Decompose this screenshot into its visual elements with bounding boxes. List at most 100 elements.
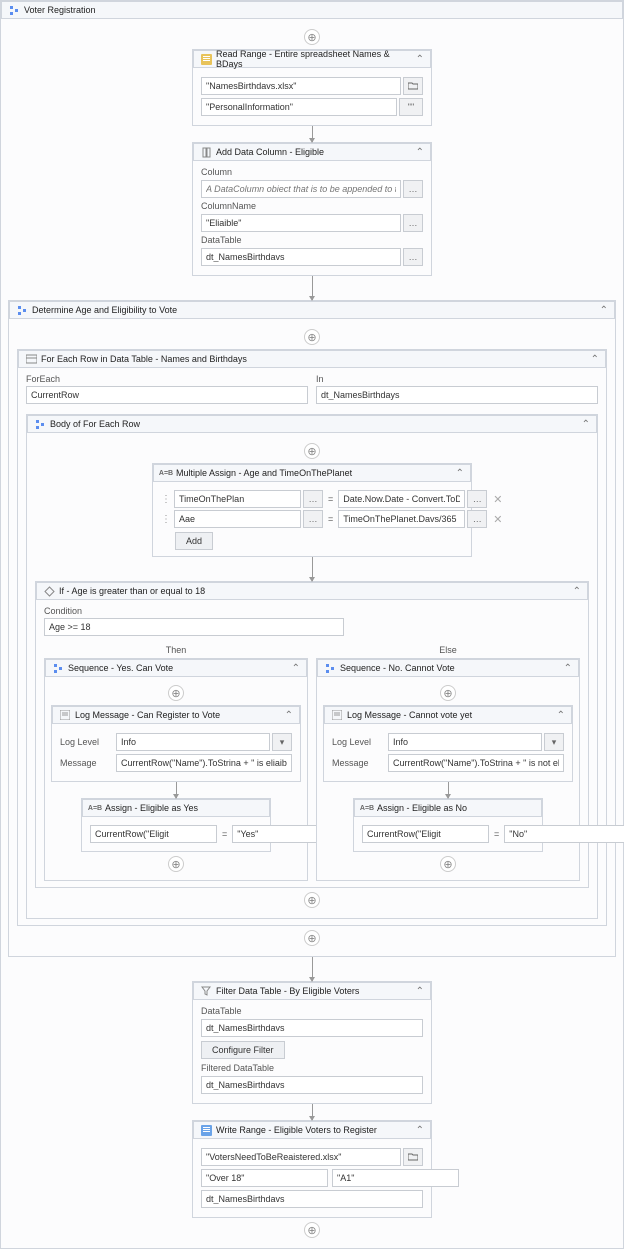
read-range-header[interactable]: Read Range - Entire spreadsheet Names & … <box>193 50 431 68</box>
add-activity-plus[interactable]: ⊕ <box>440 856 456 872</box>
loglevel-select[interactable] <box>388 733 542 751</box>
collapse-icon[interactable]: ⌃ <box>600 305 608 316</box>
message-label: Message <box>60 758 110 768</box>
column-label: Column <box>201 167 423 177</box>
condition-label: Condition <box>44 606 580 616</box>
column-input[interactable] <box>201 180 401 198</box>
read-range-title: Read Range - Entire spreadsheet Names & … <box>216 49 416 69</box>
collapse-icon[interactable]: ⌃ <box>416 986 424 997</box>
body-foreach-header[interactable]: Body of For Each Row ⌃ <box>27 415 597 433</box>
add-activity-plus[interactable]: ⊕ <box>304 29 320 45</box>
assign-yes-left[interactable] <box>90 825 217 843</box>
foreach-input[interactable] <box>26 386 308 404</box>
write-dt-input[interactable] <box>201 1190 423 1208</box>
sequence-icon <box>8 4 20 16</box>
flow-arrow <box>312 126 313 142</box>
add-activity-plus[interactable]: ⊕ <box>168 685 184 701</box>
collapse-icon[interactable]: ⌃ <box>416 1125 424 1136</box>
expand-button[interactable]: … <box>467 510 487 528</box>
determine-header[interactable]: Determine Age and Eligibility to Vote ⌃ <box>9 301 615 319</box>
write-cell-input[interactable] <box>332 1169 459 1187</box>
browse-file-button[interactable] <box>403 77 423 95</box>
write-sheet-input[interactable] <box>201 1169 328 1187</box>
seq-yes-header[interactable]: Sequence - Yes. Can Vote ⌃ <box>45 659 307 677</box>
filter-header[interactable]: Filter Data Table - By Eligible Voters ⌃ <box>193 982 431 1000</box>
assign-to-1[interactable] <box>174 490 301 508</box>
write-range-header[interactable]: Write Range - Eligible Voters to Registe… <box>193 1121 431 1139</box>
multi-assign-title: Multiple Assign - Age and TimeOnThePlane… <box>176 468 456 478</box>
configure-filter-button[interactable]: Configure Filter <box>201 1041 285 1059</box>
drag-handle[interactable]: ⋮⋮ <box>161 514 171 525</box>
read-range-sheet-input[interactable] <box>201 98 397 116</box>
add-assign-button[interactable]: Add <box>175 532 213 550</box>
sheet-range-button[interactable]: "" <box>399 98 423 116</box>
expand-button[interactable]: … <box>303 510 323 528</box>
assign-no-right[interactable] <box>504 825 624 843</box>
if-header[interactable]: If - Age is greater than or equal to 18 … <box>36 582 588 600</box>
filter-icon <box>200 985 212 997</box>
assign-icon: A=B <box>89 802 101 814</box>
determine-title: Determine Age and Eligibility to Vote <box>32 305 600 315</box>
in-input[interactable] <box>316 386 598 404</box>
assign-val-2[interactable] <box>338 510 465 528</box>
expand-button[interactable]: … <box>467 490 487 508</box>
expand-button[interactable]: … <box>403 214 423 232</box>
loglevel-select[interactable] <box>116 733 270 751</box>
expand-button[interactable]: … <box>303 490 323 508</box>
collapse-icon[interactable]: ⌃ <box>582 419 590 430</box>
filter-fdt-input[interactable] <box>201 1076 423 1094</box>
flow-arrow <box>312 957 313 981</box>
add-activity-plus[interactable]: ⊕ <box>304 930 320 946</box>
condition-input[interactable] <box>44 618 344 636</box>
loglevel-label: Log Level <box>332 737 382 747</box>
assign-no-left[interactable] <box>362 825 489 843</box>
collapse-icon[interactable]: ⌃ <box>564 663 572 674</box>
drag-handle[interactable]: ⋮⋮ <box>161 494 171 505</box>
remove-row-button[interactable]: ✕ <box>490 493 505 506</box>
add-activity-plus[interactable]: ⊕ <box>304 329 320 345</box>
log-icon <box>331 709 343 721</box>
foreach-icon <box>25 353 37 365</box>
expand-button[interactable]: … <box>403 180 423 198</box>
read-range-file-input[interactable] <box>201 77 401 95</box>
collapse-icon[interactable]: ⌃ <box>573 586 581 597</box>
add-activity-plus[interactable]: ⊕ <box>304 443 320 459</box>
assign-no-header[interactable]: A=B Assign - Eligible as No <box>354 799 542 817</box>
dropdown-button[interactable]: ▾ <box>544 733 564 751</box>
sequence-header-root[interactable]: Voter Registration <box>1 1 623 19</box>
collapse-icon[interactable]: ⌃ <box>285 710 293 721</box>
add-activity-plus[interactable]: ⊕ <box>168 856 184 872</box>
collapse-icon[interactable]: ⌃ <box>416 147 424 158</box>
add-column-title: Add Data Column - Eligible <box>216 147 416 157</box>
columnname-input[interactable] <box>201 214 401 232</box>
foreach-label: ForEach <box>26 374 308 384</box>
message-input[interactable] <box>116 754 292 772</box>
collapse-icon[interactable]: ⌃ <box>292 663 300 674</box>
log-yes-header[interactable]: Log Message - Can Register to Vote ⌃ <box>52 706 300 724</box>
assign-yes-header[interactable]: A=B Assign - Eligible as Yes <box>82 799 270 817</box>
filter-dt-input[interactable] <box>201 1019 423 1037</box>
seq-no-header[interactable]: Sequence - No. Cannot Vote ⌃ <box>317 659 579 677</box>
expand-button[interactable]: … <box>403 248 423 266</box>
collapse-icon[interactable]: ⌃ <box>591 354 599 365</box>
log-no-header[interactable]: Log Message - Cannot vote yet ⌃ <box>324 706 572 724</box>
browse-file-button[interactable] <box>403 1148 423 1166</box>
foreach-header[interactable]: For Each Row in Data Table - Names and B… <box>18 350 606 368</box>
collapse-icon[interactable]: ⌃ <box>557 710 565 721</box>
add-activity-plus[interactable]: ⊕ <box>304 892 320 908</box>
flow-arrow <box>176 782 177 798</box>
remove-row-button[interactable]: ✕ <box>490 513 505 526</box>
add-column-header[interactable]: Add Data Column - Eligible ⌃ <box>193 143 431 161</box>
collapse-icon[interactable]: ⌃ <box>456 468 464 479</box>
dropdown-button[interactable]: ▾ <box>272 733 292 751</box>
datatable-input[interactable] <box>201 248 401 266</box>
collapse-icon[interactable]: ⌃ <box>416 54 424 65</box>
assign-icon: A=B <box>361 802 373 814</box>
assign-to-2[interactable] <box>174 510 301 528</box>
message-input[interactable] <box>388 754 564 772</box>
assign-val-1[interactable] <box>338 490 465 508</box>
add-activity-plus[interactable]: ⊕ <box>440 685 456 701</box>
add-activity-plus[interactable]: ⊕ <box>304 1222 320 1238</box>
write-file-input[interactable] <box>201 1148 401 1166</box>
multi-assign-header[interactable]: A=B Multiple Assign - Age and TimeOnTheP… <box>153 464 471 482</box>
